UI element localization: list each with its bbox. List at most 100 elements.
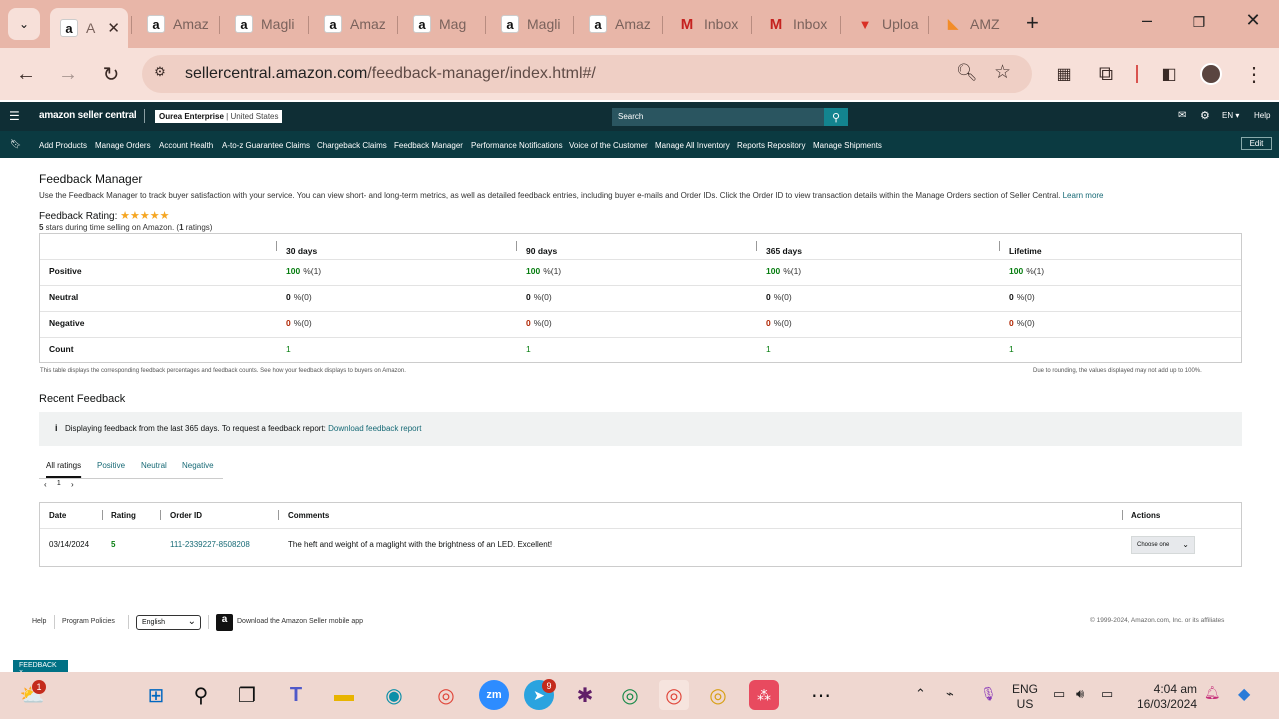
edge-icon[interactable]: ◉	[379, 680, 409, 710]
rating-value[interactable]: 1	[766, 344, 771, 354]
tab-8[interactable]: M Inbox	[757, 8, 837, 40]
edit-nav-button[interactable]: Edit	[1241, 137, 1272, 150]
nav-item-5[interactable]: Feedback Manager	[394, 141, 463, 150]
store-region: | United States	[226, 112, 279, 121]
nav-item-9[interactable]: Reports Repository	[737, 141, 805, 150]
hamburger-menu-icon[interactable]: ☰	[9, 109, 20, 123]
amazon-app-icon[interactable]: a	[216, 614, 233, 631]
start-windows-icon[interactable]: ⊞	[141, 680, 171, 710]
nav-item-6[interactable]: Performance Notifications	[471, 141, 563, 150]
filter-tab-neutral[interactable]: Neutral	[141, 461, 167, 470]
extensions-icon[interactable]: ⧉	[1092, 60, 1120, 88]
filter-tab-positive[interactable]: Positive	[97, 461, 125, 470]
nav-item-8[interactable]: Manage All Inventory	[655, 141, 730, 150]
reload-button[interactable]: ↻	[97, 60, 125, 88]
tab-4[interactable]: a Mag	[403, 8, 483, 40]
tab-1[interactable]: a Amaz	[137, 8, 217, 40]
zoom-icon[interactable]: 🔍︎	[956, 63, 978, 83]
row-order-id[interactable]: 111-2339227-8508208	[170, 540, 250, 549]
search-button[interactable]: ⚲	[824, 108, 848, 126]
bookmark-icon[interactable]: 🔖︎	[10, 139, 21, 150]
program-policies-link[interactable]: Program Policies	[62, 618, 115, 625]
tab-10[interactable]: ◣ AMZ	[934, 8, 1014, 40]
rating-value[interactable]: 1	[1009, 344, 1014, 354]
tray-chevron-icon[interactable]: ⌃	[915, 686, 926, 702]
chrome-icon[interactable]: ◎	[431, 680, 461, 710]
minimize-button[interactable]: –	[1132, 10, 1162, 31]
tab-2[interactable]: a Magli	[225, 8, 305, 40]
column-separator	[278, 510, 279, 520]
profile-avatar[interactable]	[1200, 63, 1222, 85]
gmail-icon: M	[769, 15, 783, 33]
tab-5[interactable]: a Magli	[491, 8, 571, 40]
chrome-alt-icon[interactable]: ◎	[703, 680, 733, 710]
battery-icon[interactable]: ▭	[1101, 686, 1113, 702]
microphone-icon[interactable]: 🎙︎	[980, 686, 997, 702]
nav-item-3[interactable]: A-to-z Guarantee Claims	[222, 141, 310, 150]
file-explorer-icon[interactable]: ▬	[329, 680, 359, 710]
forward-button[interactable]: →	[54, 60, 82, 88]
learn-more-link[interactable]: Learn more	[1063, 191, 1104, 200]
menu-kebab-icon[interactable]: ⋮	[1240, 60, 1268, 88]
feedback-button[interactable]: FEEDBACK ×	[13, 660, 68, 676]
restore-button[interactable]: ❐	[1184, 14, 1214, 31]
download-app-link[interactable]: Download the Amazon Seller mobile app	[237, 618, 363, 625]
tab-6[interactable]: a Amaz	[579, 8, 659, 40]
nav-item-2[interactable]: Account Health	[159, 141, 213, 150]
nav-item-10[interactable]: Manage Shipments	[813, 141, 882, 150]
display-icon[interactable]: ▭	[1053, 686, 1065, 702]
qr-icon[interactable]: ▦	[1050, 60, 1078, 88]
chrome-profile-icon[interactable]: ◎	[615, 680, 645, 710]
url-text[interactable]: sellercentral.amazon.com/feedback-manage…	[185, 65, 596, 83]
seller-central-logo[interactable]: amazon seller central	[39, 110, 137, 121]
store-switcher[interactable]: Ourea Enterprise | United States	[155, 110, 283, 123]
download-report-link[interactable]: Download feedback report	[328, 424, 421, 433]
tab-9[interactable]: ▼ Uploa	[846, 8, 926, 40]
close-tab-icon[interactable]: ✕	[107, 19, 120, 37]
close-window-button[interactable]: ✕	[1238, 10, 1268, 31]
page-number[interactable]: 1	[57, 480, 61, 487]
slack-icon[interactable]: ✱	[570, 680, 600, 710]
next-page-icon[interactable]: ›	[71, 480, 74, 489]
notification-bell-icon[interactable]: 🔔︎	[1204, 685, 1221, 701]
language-select[interactable]: English ⌄	[136, 615, 201, 630]
nav-item-7[interactable]: Voice of the Customer	[569, 141, 648, 150]
footer-help-link[interactable]: Help	[32, 618, 46, 625]
task-view-icon[interactable]: ❐	[232, 680, 262, 710]
app-dots-icon[interactable]: ⁂	[749, 680, 779, 710]
language-selector[interactable]: EN ▾	[1222, 111, 1239, 120]
prev-page-icon[interactable]: ‹	[44, 480, 47, 489]
site-info-icon[interactable]: ⚙	[150, 64, 170, 84]
filter-tab-all-ratings[interactable]: All ratings	[46, 461, 81, 470]
new-tab-button[interactable]: +	[1026, 10, 1039, 36]
tab-7[interactable]: M Inbox	[668, 8, 748, 40]
taskbar-search-icon[interactable]: ⚲	[186, 680, 216, 710]
keyboard-lang[interactable]: ENG US	[1012, 682, 1038, 712]
zoom-app-icon[interactable]: zm	[479, 680, 509, 710]
amazon-icon: a	[235, 15, 253, 33]
clock[interactable]: 4:04 am 16/03/2024	[1135, 682, 1197, 712]
help-link[interactable]: Help	[1254, 111, 1270, 120]
tab-0[interactable]: a A ✕	[50, 8, 128, 48]
mail-icon[interactable]: ✉	[1178, 110, 1186, 121]
gear-icon[interactable]: ⚙	[1200, 109, 1210, 122]
tab-3[interactable]: a Amaz	[314, 8, 394, 40]
chrome-active-icon[interactable]: ◎	[659, 680, 689, 710]
teams-icon[interactable]: T	[281, 680, 311, 710]
nav-item-4[interactable]: Chargeback Claims	[317, 141, 387, 150]
nav-item-0[interactable]: Add Products	[39, 141, 87, 150]
copilot-icon[interactable]: ◆	[1238, 684, 1250, 704]
back-button[interactable]: ←	[12, 60, 40, 88]
side-panel-icon[interactable]: ◧	[1155, 60, 1183, 88]
nav-item-1[interactable]: Manage Orders	[95, 141, 151, 150]
bookmark-star-icon[interactable]: ☆	[994, 61, 1011, 84]
actions-dropdown[interactable]: Choose one ⌄	[1131, 536, 1195, 554]
search-input[interactable]: Search	[612, 108, 824, 126]
network-off-icon[interactable]: ⌁	[946, 686, 954, 702]
tab-search-button[interactable]: ⌄	[8, 8, 40, 40]
rating-value[interactable]: 1	[526, 344, 531, 354]
filter-tab-negative[interactable]: Negative	[182, 461, 214, 470]
volume-icon[interactable]: 🔊︎	[1076, 686, 1084, 702]
more-apps-icon[interactable]: ⋯	[806, 680, 836, 710]
rating-value[interactable]: 1	[286, 344, 291, 354]
